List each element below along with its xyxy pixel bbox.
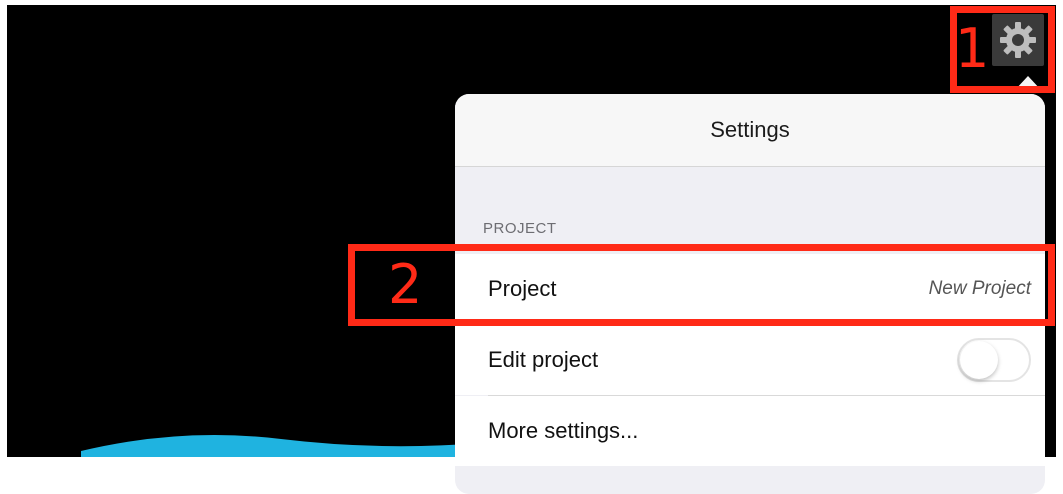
wave-graphic <box>81 435 481 457</box>
popover-title: Settings <box>455 94 1045 167</box>
annotation-number-1: 1 <box>955 17 990 80</box>
edit-project-row: Edit project <box>455 325 1045 395</box>
popover-title-text: Settings <box>710 117 790 142</box>
annotation-box-2 <box>348 244 1055 326</box>
section-header-project: PROJECT <box>483 220 557 237</box>
annotation-number-2: 2 <box>388 253 423 316</box>
edit-project-toggle[interactable] <box>957 338 1031 382</box>
more-settings-row[interactable]: More settings... <box>455 396 1045 466</box>
more-settings-row-label: More settings... <box>488 418 639 443</box>
toggle-knob <box>960 341 998 379</box>
edit-project-row-label: Edit project <box>488 347 599 372</box>
